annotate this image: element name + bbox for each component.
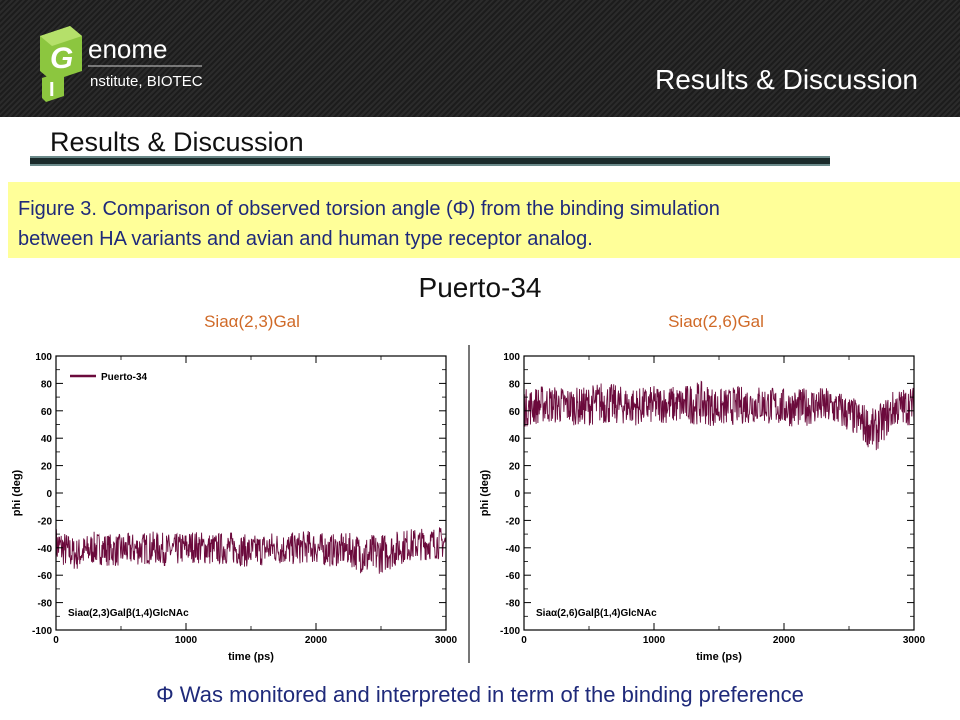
- y-tick-label: 0: [46, 489, 52, 500]
- y-tick-label: 100: [35, 352, 52, 363]
- logo-text-line1: enome: [88, 34, 168, 64]
- genome-institute-logo: G I enome nstitute, BIOTEC: [40, 26, 203, 102]
- y-tick-label: -20: [38, 516, 53, 527]
- y-tick-label: 40: [41, 434, 53, 445]
- y-tick-label: 80: [509, 379, 521, 390]
- x-tick-label: 1000: [175, 635, 198, 646]
- x-tick-label: 1000: [643, 635, 666, 646]
- y-tick-label: 60: [509, 407, 521, 418]
- y-tick-label: -100: [500, 626, 520, 637]
- y-tick-label: -40: [38, 544, 53, 555]
- y-tick-label: 100: [503, 352, 520, 363]
- x-tick-label: 2000: [305, 635, 328, 646]
- header-title: Results & Discussion: [655, 64, 918, 95]
- chart-right-subtitle: Siaα(2,6)Gal: [668, 312, 764, 331]
- caption-line-1: Figure 3. Comparison of observed torsion…: [18, 198, 720, 220]
- section-title: Results & Discussion: [50, 127, 304, 157]
- x-tick-label: 0: [521, 635, 527, 646]
- chart-left-subtitle: Siaα(2,3)Gal: [204, 312, 300, 331]
- left-phi-chart: -100-80-60-40-200204060801000 1000 2000 300…: [11, 352, 458, 663]
- y-tick-label: 0: [514, 489, 520, 500]
- footer-note: Φ Was monitored and interpreted in term …: [156, 682, 804, 707]
- y-tick-label: -20: [506, 516, 521, 527]
- x-tick-label: 0: [53, 635, 59, 646]
- plot-frame: [55, 355, 447, 631]
- chart-main-title: Puerto-34: [418, 272, 542, 303]
- y-tick-label: 60: [41, 407, 53, 418]
- y-tick-label: -60: [506, 571, 521, 582]
- x-tick-label: 2000: [773, 635, 796, 646]
- y-tick-label: -80: [38, 599, 53, 610]
- y-tick-label: 20: [509, 462, 521, 473]
- y-tick-label: -100: [32, 626, 52, 637]
- chart-divider: [468, 345, 470, 663]
- logo-letter-i: I: [49, 79, 55, 101]
- y-tick-label: 80: [41, 379, 53, 390]
- caption-line-2: between HA variants and avian and human …: [18, 228, 593, 250]
- chart-annotation: Siaα(2,6)Galβ(1,4)GlcNAc: [536, 608, 657, 619]
- right-phi-chart: -100-80-60-40-200204060801000 1000 2000 300…: [479, 352, 926, 663]
- y-tick-label: -60: [38, 571, 53, 582]
- x-tick-label: 3000: [903, 635, 926, 646]
- y-tick-label: 20: [41, 462, 53, 473]
- y-tick-label: -80: [506, 599, 521, 610]
- legend-label: Puerto-34: [101, 372, 148, 383]
- figure-caption: Figure 3. Comparison of observed torsion…: [8, 182, 960, 258]
- logo-text-line2: nstitute, BIOTEC: [90, 73, 203, 90]
- y-tick-label: 40: [509, 434, 521, 445]
- x-axis-label: time (ps): [228, 651, 274, 663]
- x-tick-label: 3000: [435, 635, 458, 646]
- x-axis-label: time (ps): [696, 651, 742, 663]
- logo-letter-g: G: [50, 42, 73, 75]
- series-line-0: [523, 380, 915, 451]
- chart-annotation: Siaα(2,3)Galβ(1,4)GlcNAc: [68, 608, 189, 619]
- y-tick-label: -40: [506, 544, 521, 555]
- title-underline: [30, 156, 830, 166]
- y-axis-label: phi (deg): [11, 469, 23, 516]
- series-line-0: [55, 527, 447, 574]
- header-bar: G I enome nstitute, BIOTEC Results & Dis…: [0, 0, 960, 117]
- y-axis-label: phi (deg): [479, 469, 491, 516]
